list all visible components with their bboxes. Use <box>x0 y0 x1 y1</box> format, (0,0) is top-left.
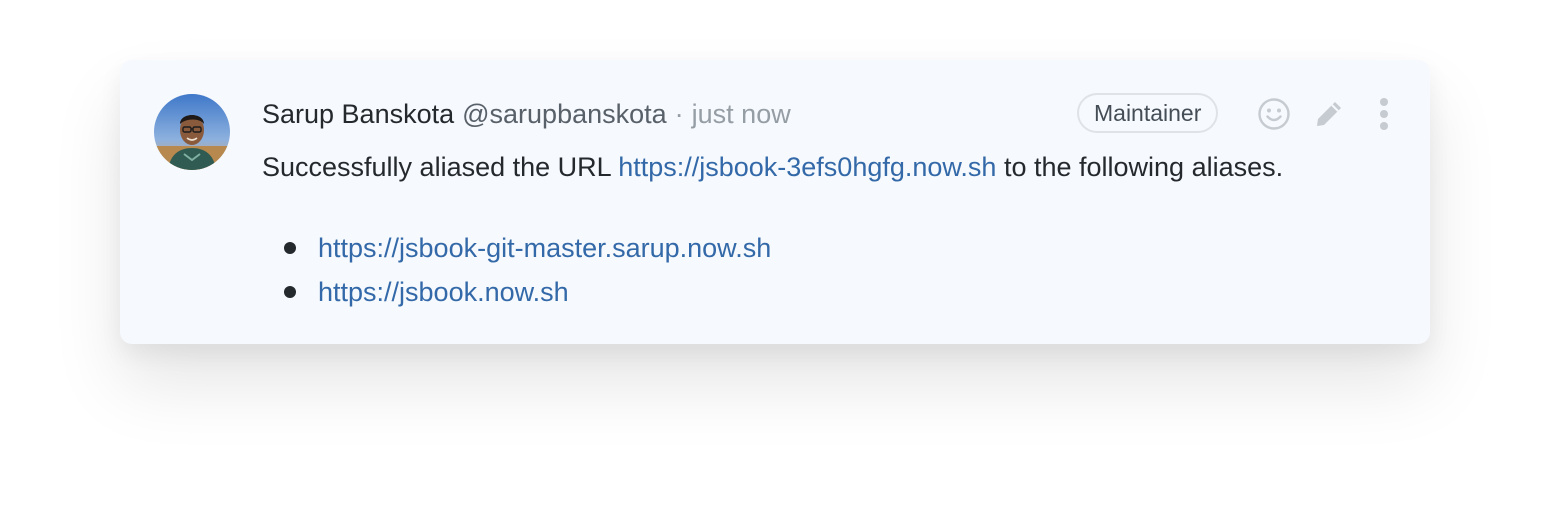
comment-header: Sarup Banskota @sarupbanskota · just now <box>262 96 791 132</box>
pencil-icon <box>1317 102 1341 126</box>
author-name[interactable]: Sarup Banskota <box>262 99 454 130</box>
message-suffix: to the following aliases. <box>1003 152 1284 182</box>
alias-link[interactable]: https://jsbook-git-master.sarup.now.sh <box>318 233 771 263</box>
comment-body: Successfully aliased the URL https://jsb… <box>262 152 1283 183</box>
smile-icon <box>1258 98 1290 130</box>
separator: · <box>674 98 684 129</box>
role-badge: Maintainer <box>1077 93 1219 133</box>
bullet-icon <box>284 242 296 254</box>
avatar[interactable] <box>154 94 230 170</box>
alias-link[interactable]: https://jsbook.now.sh <box>318 277 569 307</box>
message-prefix: Successfully aliased the URL <box>262 152 611 182</box>
list-item: https://jsbook.now.sh <box>262 270 771 314</box>
edit-button[interactable] <box>1311 96 1347 132</box>
kebab-menu-icon <box>1380 98 1388 130</box>
alias-list: https://jsbook-git-master.sarup.now.sh h… <box>262 226 771 314</box>
avatar-image <box>154 94 230 170</box>
add-reaction-button[interactable] <box>1256 96 1292 132</box>
timestamp[interactable]: just now <box>692 99 791 130</box>
page: Sarup Banskota @sarupbanskota · just now… <box>0 0 1550 524</box>
author-handle[interactable]: @sarupbanskota <box>462 99 667 130</box>
more-options-button[interactable] <box>1366 96 1402 132</box>
list-item: https://jsbook-git-master.sarup.now.sh <box>262 226 771 270</box>
bullet-icon <box>284 286 296 298</box>
comment-card: Sarup Banskota @sarupbanskota · just now… <box>120 60 1430 344</box>
deployment-url-link[interactable]: https://jsbook-3efs0hgfg.now.sh <box>618 152 996 182</box>
